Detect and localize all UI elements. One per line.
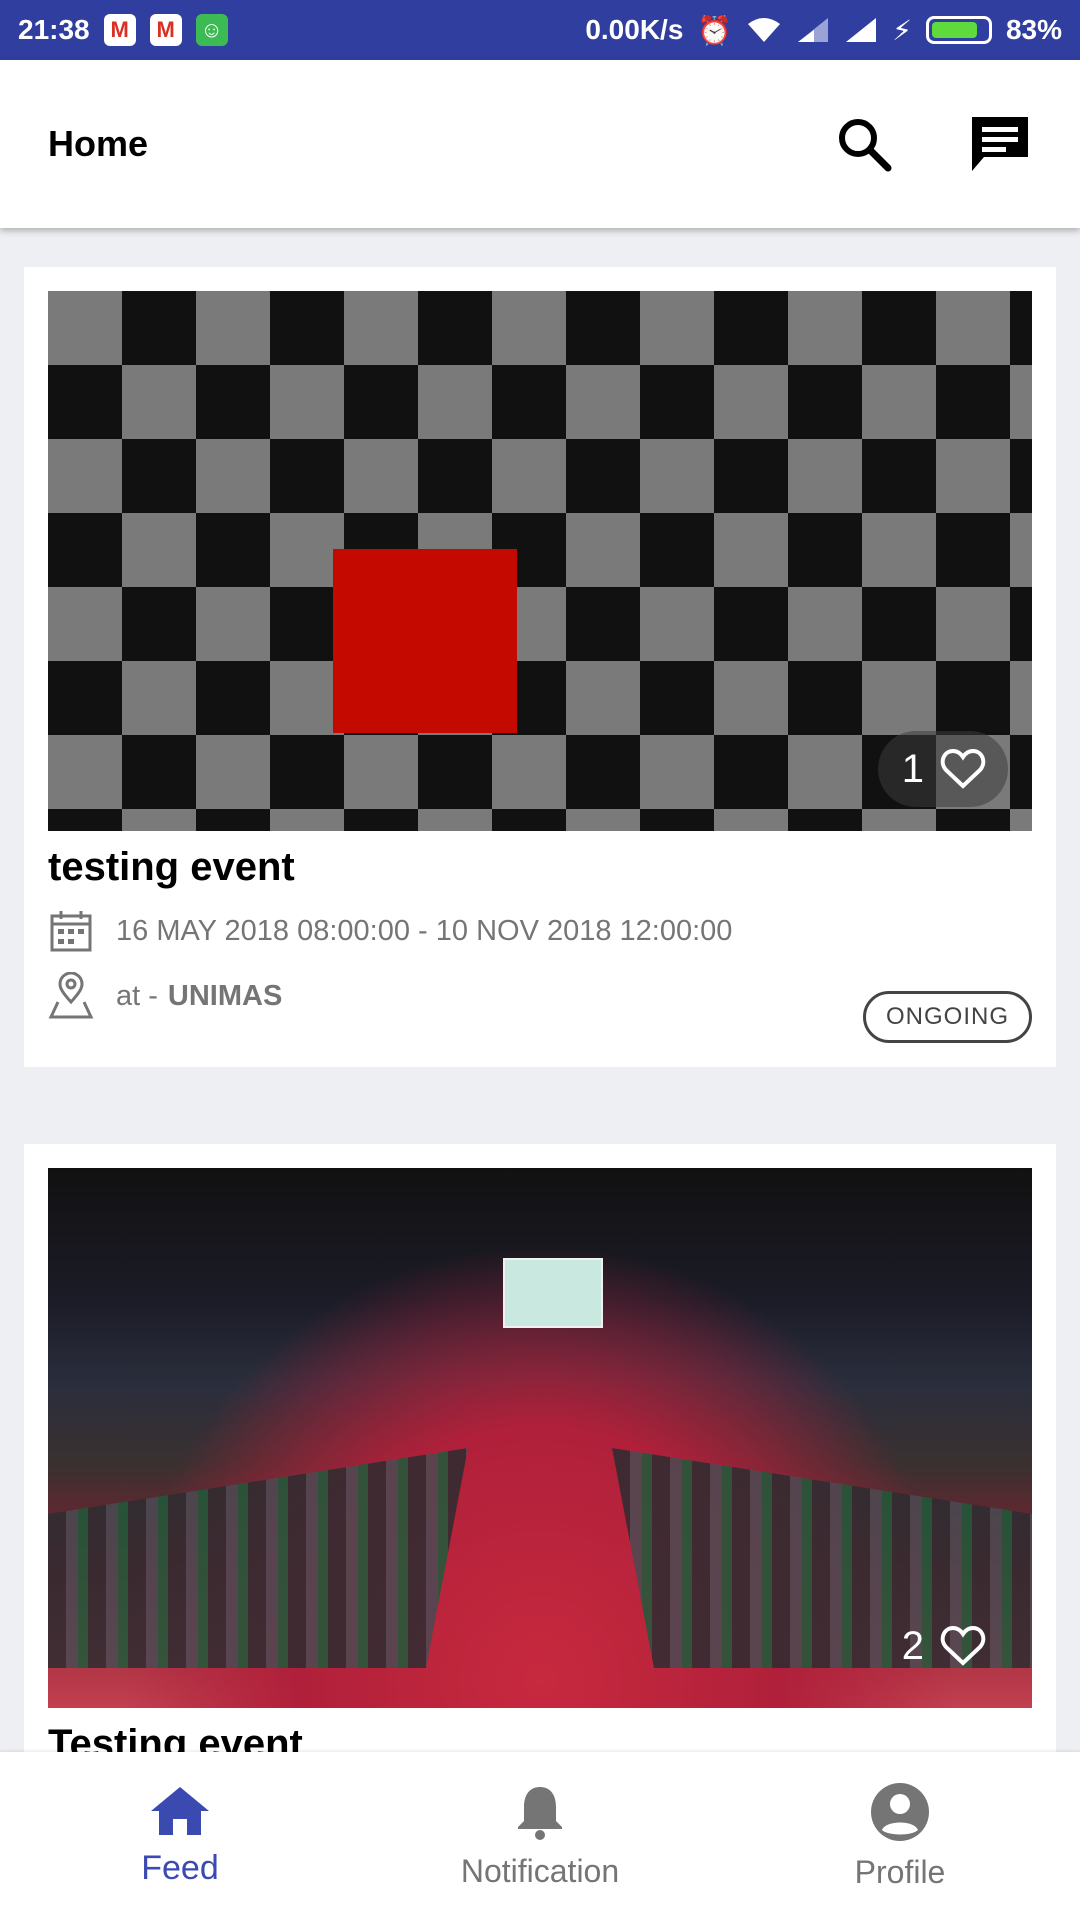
location-prefix: at -: [116, 979, 158, 1012]
gmail-icon: M: [149, 14, 182, 46]
event-card[interactable]: 1 testing event 16 MAY 2018 08:00:00 - 1…: [24, 267, 1056, 1067]
android-icon: ☺: [195, 14, 228, 46]
app-bar: Home: [0, 60, 1080, 228]
heart-outline-icon: [940, 1625, 986, 1666]
signal-icon: [798, 18, 829, 42]
signal-icon: [846, 18, 877, 42]
nav-profile-label: Profile: [854, 1853, 946, 1890]
calendar-icon: [50, 911, 92, 952]
network-speed: 0.00K/s: [585, 14, 684, 45]
bottom-navigation: Feed Notification Profile: [0, 1752, 1080, 1920]
home-icon: [151, 1786, 209, 1835]
search-icon[interactable]: [832, 112, 896, 176]
nav-feed[interactable]: Feed: [0, 1752, 360, 1920]
nav-feed-label: Feed: [141, 1848, 219, 1887]
location-name: UNIMAS: [167, 979, 283, 1012]
event-date-range: 16 MAY 2018 08:00:00 - 10 NOV 2018 12:00…: [116, 914, 733, 947]
red-square-shape: [333, 549, 517, 733]
bell-icon: [518, 1786, 562, 1840]
event-date-row: 16 MAY 2018 08:00:00 - 10 NOV 2018 12:00…: [48, 908, 1032, 954]
audience-left: [48, 1448, 468, 1668]
event-title: testing event: [48, 845, 295, 889]
like-count: 1: [901, 746, 924, 791]
like-button[interactable]: 2: [878, 1608, 1008, 1684]
alarm-icon: ⏰: [697, 14, 733, 46]
battery-icon: [925, 16, 992, 44]
status-bar: 21:38 M M ☺ 0.00K/s ⏰ ⚡ 83%: [0, 0, 1080, 60]
like-count: 2: [901, 1623, 924, 1668]
event-card[interactable]: 2 Testing event: [24, 1144, 1056, 1753]
chat-icon[interactable]: [968, 112, 1032, 176]
wifi-icon: [748, 18, 781, 42]
heart-outline-icon: [940, 748, 986, 789]
event-title: Testing event: [48, 1722, 303, 1753]
gmail-icon: M: [103, 14, 136, 46]
like-button[interactable]: 1: [877, 731, 1008, 807]
nav-profile[interactable]: Profile: [720, 1752, 1080, 1920]
nav-notification[interactable]: Notification: [360, 1752, 720, 1920]
location-map-icon: [48, 972, 94, 1019]
battery-percent: 83%: [1005, 14, 1062, 45]
event-image[interactable]: 2: [48, 1168, 1032, 1708]
stage-screen: [503, 1258, 603, 1328]
nav-notification-label: Notification: [460, 1852, 620, 1889]
page-title: Home: [48, 123, 149, 164]
clock: 21:38: [18, 14, 90, 45]
event-feed[interactable]: 1 testing event 16 MAY 2018 08:00:00 - 1…: [0, 228, 1080, 1753]
charging-icon: ⚡: [892, 14, 912, 46]
account-circle-icon: [871, 1782, 929, 1841]
status-badge: ONGOING: [862, 991, 1032, 1043]
event-image[interactable]: 1: [48, 291, 1032, 831]
